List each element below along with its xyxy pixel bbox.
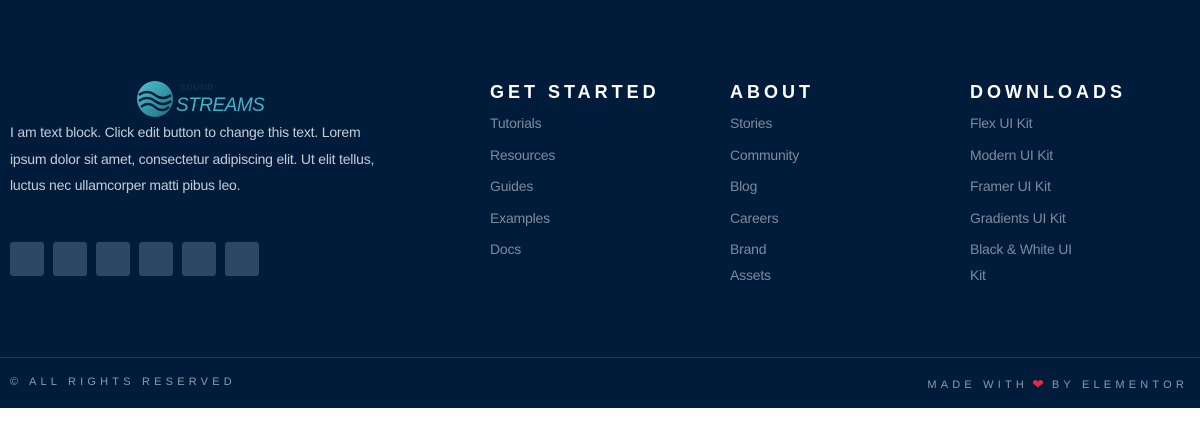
social-icon[interactable] (139, 242, 173, 276)
footer-links: Flex UI Kit Modern UI Kit Framer UI Kit … (970, 110, 1126, 288)
footer-divider (0, 357, 1200, 358)
wave-logo-icon (137, 81, 173, 117)
footer-column-downloads: DOWNLOADS Flex UI Kit Modern UI Kit Fram… (970, 82, 1126, 294)
made-with-credit: MADE WITH ❤ BY ELEMENTOR (927, 376, 1188, 393)
footer-link[interactable]: Framer UI Kit (970, 173, 1090, 199)
footer-link[interactable]: Stories (730, 110, 850, 136)
footer-links: Stories Community Blog Careers Brand Ass… (730, 110, 850, 288)
footer-link[interactable]: Flex UI Kit (970, 110, 1090, 136)
social-icon[interactable] (96, 242, 130, 276)
footer-link[interactable]: Brand Assets (730, 236, 790, 288)
footer-column-about: ABOUT Stories Community Blog Careers Bra… (730, 82, 850, 294)
column-title: GET STARTED (490, 82, 660, 102)
logo-tagline: SOUND (180, 83, 214, 92)
footer-link[interactable]: Guides (490, 173, 610, 199)
logo-text: STREAMS (176, 95, 265, 116)
site-logo[interactable]: SOUND STREAMS (136, 80, 266, 120)
footer-link[interactable]: Gradients UI Kit (970, 205, 1090, 231)
footer-link[interactable]: Modern UI Kit (970, 142, 1090, 168)
site-footer: SOUND STREAMS I am text block. Click edi… (0, 0, 1200, 408)
footer-link[interactable]: Community (730, 142, 850, 168)
footer-link[interactable]: Careers (730, 205, 850, 231)
footer-link[interactable]: Docs (490, 236, 610, 262)
social-icon[interactable] (225, 242, 259, 276)
social-icon[interactable] (182, 242, 216, 276)
column-title: DOWNLOADS (970, 82, 1126, 102)
footer-link[interactable]: Tutorials (490, 110, 610, 136)
about-text: I am text block. Click edit button to ch… (10, 124, 375, 193)
footer-link[interactable]: Resources (490, 142, 610, 168)
heart-icon: ❤ (1032, 376, 1044, 392)
social-icon[interactable] (53, 242, 87, 276)
footer-link[interactable]: Black & White UI Kit (970, 236, 1090, 288)
footer-link[interactable]: Examples (490, 205, 610, 231)
made-with-text: MADE WITH (927, 378, 1029, 391)
social-icon[interactable] (10, 242, 44, 276)
column-title: ABOUT (730, 82, 814, 102)
footer-links: Tutorials Resources Guides Examples Docs (490, 110, 660, 262)
by-elementor-text[interactable]: BY ELEMENTOR (1052, 379, 1188, 391)
footer-link[interactable]: Blog (730, 173, 850, 199)
copyright-text: © ALL RIGHTS RESERVED (10, 376, 236, 388)
social-links (10, 242, 259, 276)
footer-column-get-started: GET STARTED Tutorials Resources Guides E… (490, 82, 660, 268)
